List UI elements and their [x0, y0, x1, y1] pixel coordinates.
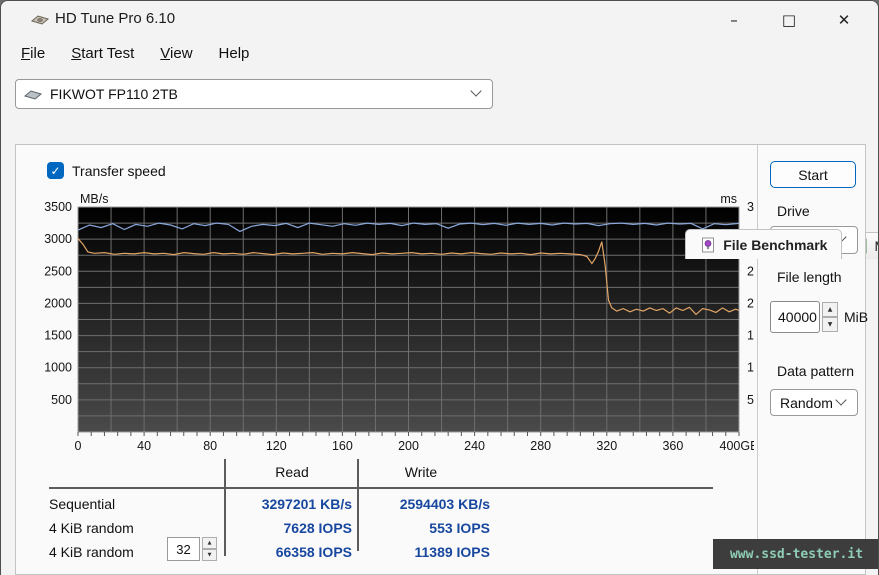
stats-random-read: 7628 IOPS: [222, 520, 352, 536]
file-length-value: 40000: [778, 309, 817, 325]
svg-text:40: 40: [137, 439, 151, 453]
window-title: HD Tune Pro 6.10: [55, 10, 175, 27]
svg-text:2500: 2500: [44, 264, 72, 278]
spin-up-icon: ▲: [828, 306, 833, 313]
drive-select-value: FIKWOT FP110 2TB: [50, 86, 178, 102]
file-length-down-button[interactable]: ▼: [822, 317, 838, 332]
app-window: HD Tune Pro 6.10 – □ ✕ File Start Test V…: [0, 0, 879, 575]
minimize-icon: –: [730, 11, 738, 29]
close-button[interactable]: ✕: [821, 1, 867, 39]
data-pattern-value: Random: [780, 395, 833, 411]
file-length-label: File length: [777, 269, 842, 285]
queue-depth-up-button[interactable]: ▲: [202, 537, 217, 549]
minimize-button[interactable]: –: [711, 1, 757, 39]
title-bar: HD Tune Pro 6.10 – □ ✕: [1, 1, 878, 39]
stats-row-sequential-label: Sequential: [49, 496, 115, 512]
menu-view[interactable]: View: [160, 45, 192, 62]
svg-text:200: 200: [398, 439, 419, 453]
svg-text:10: 10: [747, 361, 754, 375]
svg-text:360: 360: [662, 439, 683, 453]
queue-depth-input[interactable]: 32: [167, 537, 200, 561]
stats-random-qd-read: 66358 IOPS: [222, 544, 352, 560]
toolbar: FIKWOT FP110 2TB 46°C: [1, 71, 878, 115]
svg-text:80: 80: [203, 439, 217, 453]
watermark: www.ssd-tester.it: [713, 539, 879, 569]
drive-label: Drive: [777, 203, 810, 219]
tab-file-benchmark[interactable]: File Benchmark: [685, 229, 842, 259]
svg-text:20: 20: [747, 296, 754, 310]
svg-text:160: 160: [332, 439, 353, 453]
svg-text:400GB: 400GB: [720, 439, 754, 453]
svg-text:240: 240: [464, 439, 485, 453]
maximize-button[interactable]: □: [766, 1, 812, 39]
stats-random-write: 553 IOPS: [360, 520, 490, 536]
svg-text:3000: 3000: [44, 232, 72, 246]
menu-start-test[interactable]: Start Test: [71, 45, 134, 62]
svg-text:500: 500: [51, 393, 72, 407]
svg-text:3500: 3500: [44, 200, 72, 214]
panel-divider: [757, 145, 758, 574]
svg-text:320: 320: [596, 439, 617, 453]
stats-row-random-label: 4 KiB random: [49, 520, 134, 536]
svg-text:2000: 2000: [44, 296, 72, 310]
svg-text:5: 5: [747, 393, 754, 407]
svg-text:0: 0: [75, 439, 82, 453]
stats-col-read: Read: [232, 464, 352, 480]
spin-up-icon: ▲: [208, 540, 212, 546]
chevron-down-icon: [470, 86, 481, 97]
file-benchmark-panel: ✓ Transfer speed 50010001500200025003000…: [15, 144, 866, 575]
svg-text:120: 120: [266, 439, 287, 453]
file-length-unit: MiB: [844, 309, 868, 325]
spin-down-icon: ▼: [828, 321, 833, 328]
hdd-app-icon: [31, 11, 49, 29]
stats-row-random-qd-label: 4 KiB random: [49, 544, 134, 560]
menu-bar: File Start Test View Help: [1, 39, 878, 67]
svg-text:35: 35: [747, 200, 754, 214]
queue-depth-down-button[interactable]: ▼: [202, 549, 217, 561]
data-pattern-combo[interactable]: Random: [770, 389, 858, 416]
check-icon: ✓: [50, 164, 60, 178]
drive-select-combo[interactable]: FIKWOT FP110 2TB: [15, 79, 493, 109]
svg-text:ms: ms: [720, 192, 737, 206]
stats-sequential-read: 3297201 KB/s: [222, 496, 352, 512]
file-length-input[interactable]: 40000: [770, 301, 820, 333]
stats-separator-right: [357, 459, 359, 551]
chevron-down-icon: [835, 394, 846, 405]
tab-strip: ◁ Benchmark Info Health: [1, 115, 878, 145]
start-button[interactable]: Start: [770, 161, 856, 188]
stats-header-rule: [49, 487, 713, 489]
stats-random-qd-write: 11389 IOPS: [360, 544, 490, 560]
svg-text:25: 25: [747, 264, 754, 278]
spin-down-icon: ▼: [208, 552, 212, 558]
file-benchmark-icon: [700, 237, 716, 253]
svg-text:280: 280: [530, 439, 551, 453]
svg-text:MB/s: MB/s: [80, 192, 108, 206]
svg-text:1000: 1000: [44, 361, 72, 375]
stats-col-write: Write: [361, 464, 481, 480]
svg-text:15: 15: [747, 329, 754, 343]
file-length-up-button[interactable]: ▲: [822, 302, 838, 317]
hdd-icon: [24, 87, 42, 101]
transfer-speed-label: Transfer speed: [72, 163, 166, 179]
close-icon: ✕: [838, 11, 851, 29]
data-pattern-label: Data pattern: [777, 363, 854, 379]
benchmark-chart: 5001000150020002500300035005101520253035…: [42, 190, 754, 458]
stats-sequential-write: 2594403 KB/s: [360, 496, 490, 512]
menu-help[interactable]: Help: [219, 45, 250, 62]
maximize-icon: □: [782, 11, 796, 29]
transfer-speed-checkbox[interactable]: ✓: [47, 162, 64, 179]
svg-text:1500: 1500: [44, 329, 72, 343]
menu-file[interactable]: File: [21, 45, 45, 62]
